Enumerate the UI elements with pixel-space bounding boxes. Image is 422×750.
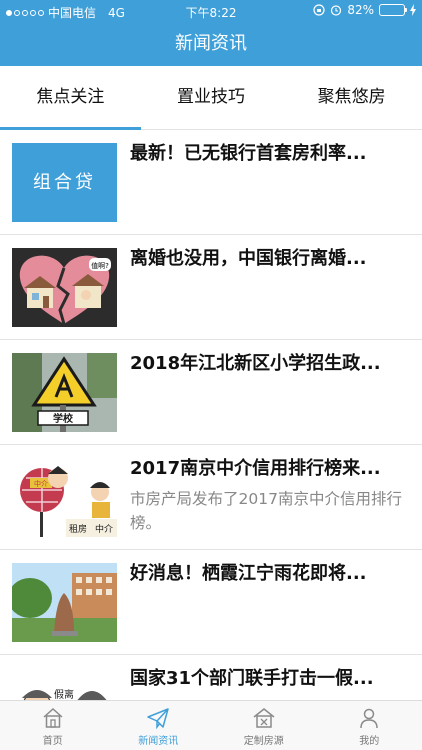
tabbar-label: 新闻资讯: [138, 736, 179, 747]
thumb-caption: 中介: [95, 523, 113, 535]
tabbar-custom-listings[interactable]: 定制房源: [211, 701, 317, 750]
article-title: 好消息！栖霞江宁雨花即将...: [130, 563, 367, 584]
article-row[interactable]: 中介 租房 中介 2017南京中介信用排行榜来... 市房产局发布了2017南京…: [0, 445, 422, 550]
tabbar-home[interactable]: 首页: [0, 701, 106, 750]
tabbar-label: 定制房源: [243, 736, 284, 747]
article-thumbnail: [12, 563, 117, 642]
orientation-lock-icon: [313, 4, 325, 16]
article-row[interactable]: 学校 2018年江北新区小学招生政...: [0, 340, 422, 445]
home-icon: [43, 707, 63, 728]
battery-icon: [379, 4, 407, 16]
tab-buying-tips[interactable]: 置业技巧: [141, 66, 282, 129]
custom-house-icon: [253, 708, 275, 728]
article-title: 国家31个部门联手打击一假...: [130, 668, 374, 689]
article-thumbnail: 中介 租房 中介: [12, 458, 117, 537]
article-thumbnail: 假离: [12, 668, 117, 700]
article-title: 2017南京中介信用排行榜来...: [130, 458, 381, 479]
header-bar: 中国电信 4G 下午8:22 82% 新闻资讯: [0, 0, 422, 66]
article-row[interactable]: 值啊? 离婚也没用，中国银行离婚...: [0, 235, 422, 340]
thumb-caption: 值啊?: [91, 261, 109, 270]
page-title: 新闻资讯: [175, 33, 247, 54]
thumb-caption: 租房: [69, 523, 87, 535]
tabbar-mine[interactable]: 我的: [317, 701, 422, 750]
thumb-caption: 假离: [54, 688, 74, 700]
article-thumbnail: 值啊?: [12, 248, 117, 327]
thumb-caption: 学校: [53, 412, 74, 425]
charging-icon: [410, 4, 416, 16]
article-row[interactable]: 假离 国家31个部门联手打击一假...: [0, 655, 422, 700]
article-thumbnail: 组合贷: [12, 143, 117, 222]
status-bar: 中国电信 4G 下午8:22 82%: [0, 0, 422, 22]
article-row[interactable]: 组合贷 最新！已无银行首套房利率...: [0, 130, 422, 235]
tab-youfang[interactable]: 聚焦悠房: [281, 66, 422, 129]
article-title: 离婚也没用，中国银行离婚...: [130, 248, 367, 269]
article-row[interactable]: 好消息！栖霞江宁雨花即将...: [0, 550, 422, 655]
tabbar-label: 我的: [359, 736, 380, 747]
alarm-icon: [331, 5, 342, 16]
thumb-caption: 中介: [34, 479, 48, 488]
article-list: 组合贷 最新！已无银行首套房利率... 值啊? 离婚也没用，中国银行离婚...: [0, 130, 422, 700]
person-icon: [360, 708, 378, 729]
article-title: 2018年江北新区小学招生政...: [130, 353, 381, 374]
bottom-tab-bar: 首页 新闻资讯 定制房源 我的: [0, 700, 422, 750]
tab-focus[interactable]: 焦点关注: [0, 66, 141, 130]
article-thumbnail: 学校: [12, 353, 117, 432]
battery-percent: 82%: [347, 3, 374, 17]
paper-plane-icon: [147, 708, 169, 730]
category-tabs: 焦点关注 置业技巧 聚焦悠房: [0, 66, 422, 130]
tabbar-news[interactable]: 新闻资讯: [106, 701, 212, 750]
article-summary: 市房产局发布了2017南京中介信用排行榜。: [130, 490, 402, 532]
tabbar-label: 首页: [42, 736, 63, 747]
article-title: 最新！已无银行首套房利率...: [130, 143, 367, 164]
